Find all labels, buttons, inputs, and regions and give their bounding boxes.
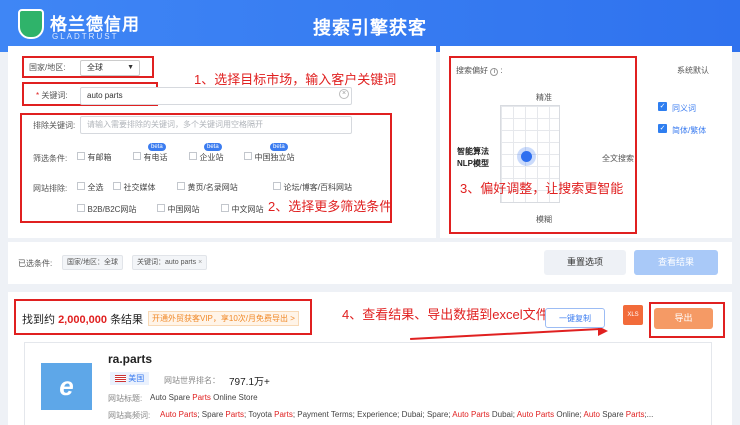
preference-handle[interactable] <box>521 151 532 162</box>
checkbox[interactable] <box>77 182 85 190</box>
copy-button[interactable]: 一键复制 <box>545 308 605 328</box>
us-flag-icon <box>115 375 126 383</box>
annotation-3: 3、偏好调整，让搜索更智能 <box>460 181 624 196</box>
axis-top-label: 精准 <box>536 93 552 102</box>
checkbox[interactable] <box>113 182 121 190</box>
reset-button[interactable]: 重置选项 <box>544 250 626 275</box>
axis-bottom-label: 模糊 <box>536 215 552 224</box>
checkbox-checked-icon[interactable]: ✓ <box>658 102 667 111</box>
result-domain[interactable]: ra.parts <box>108 352 152 366</box>
site-chinese[interactable]: 中文网站 <box>221 204 264 215</box>
excel-icon[interactable]: XLS <box>623 305 643 325</box>
site-china[interactable]: 中国网站 <box>157 204 200 215</box>
chevron-down-icon: ▼ <box>127 64 134 71</box>
keyword-label: * 关键词: <box>36 91 68 100</box>
beta-badge: beta <box>204 143 222 151</box>
checkbox[interactable] <box>273 182 281 190</box>
checkbox[interactable] <box>244 152 252 160</box>
info-icon: i <box>490 68 499 76</box>
checkbox[interactable] <box>133 152 141 160</box>
country-select[interactable]: 全球 ▼ <box>80 60 140 76</box>
condition-company[interactable]: 企业站 <box>189 152 224 163</box>
condition-china-site[interactable]: 中国独立站 <box>244 152 295 163</box>
vip-promo-link[interactable]: 开通外贸获客VIP，享10次/月免费导出 > <box>148 311 299 326</box>
exclude-input[interactable]: 请输入需要排除的关键词，多个关键词用空格隔开 <box>80 116 352 134</box>
clear-input-icon[interactable]: × <box>339 89 349 99</box>
site-select-all[interactable]: 全选 <box>77 182 104 193</box>
sites-label: 网站排除: <box>33 184 68 193</box>
rank-label: 网站世界排名： <box>164 376 220 385</box>
condition-phone[interactable]: 有电话 <box>133 152 168 163</box>
selected-tag-keyword: 关键词：auto parts × <box>132 255 208 270</box>
exclude-label: 排除关键词: <box>33 121 76 130</box>
close-icon[interactable]: × <box>198 259 202 266</box>
annotation-1: 1、选择目标市场，输入客户关键词 <box>194 72 397 87</box>
checkbox[interactable] <box>177 182 185 190</box>
country-tag: 美国 <box>110 372 150 385</box>
checkbox-checked-icon[interactable]: ✓ <box>658 124 667 133</box>
page-title: 搜索引擎获客 <box>313 18 427 38</box>
axis-left-label: 智能算法 NLP模型 <box>457 147 489 168</box>
keywords-label: 网站高频词: <box>108 411 151 420</box>
annotation-2: 2、选择更多筛选条件 <box>268 199 393 214</box>
site-forum[interactable]: 论坛/博客/百科网站 <box>273 182 352 193</box>
selected-label: 已选条件: <box>18 259 53 268</box>
export-button[interactable]: 导出 <box>654 308 713 329</box>
checkbox[interactable] <box>77 204 85 212</box>
keyword-value: auto parts <box>87 91 123 100</box>
annotation-4: 4、查看结果、导出数据到excel文件 <box>342 307 549 322</box>
axis-right-label: 全文搜索 <box>602 154 634 163</box>
preference-label: 搜索偏好 i : <box>456 66 503 76</box>
keyword-input[interactable]: auto parts <box>80 87 352 105</box>
exclude-placeholder: 请输入需要排除的关键词，多个关键词用空格隔开 <box>87 120 263 129</box>
checkbox[interactable] <box>221 204 229 212</box>
site-yellowpages[interactable]: 黄页/名录网站 <box>177 182 238 193</box>
checkbox[interactable] <box>189 152 197 160</box>
site-social[interactable]: 社交媒体 <box>113 182 156 193</box>
keywords-value: Auto Parts; Spare Parts; Toyota Parts; P… <box>160 410 654 419</box>
selected-tag-country: 国家/地区：全球 <box>62 255 123 270</box>
rank-value: 797.1万+ <box>229 377 270 388</box>
title-value: Auto Spare Parts Online Store <box>150 393 258 402</box>
title-label: 网站标题: <box>108 394 143 403</box>
country-label: 国家/地区: <box>29 63 66 72</box>
beta-badge: beta <box>270 143 288 151</box>
results-count: 找到约 2,000,000 条结果 <box>22 314 144 326</box>
condition-email[interactable]: 有邮箱 <box>77 152 112 163</box>
browser-icon: e <box>41 363 92 410</box>
traditional-option: 简体/繁体 <box>672 126 707 135</box>
beta-badge: beta <box>148 143 166 151</box>
country-value: 全球 <box>87 63 103 72</box>
view-results-button[interactable]: 查看结果 <box>634 250 718 275</box>
checkbox[interactable] <box>157 204 165 212</box>
system-default-label[interactable]: 系统默认 <box>677 65 709 76</box>
synonym-option: 同义词 <box>672 104 696 113</box>
conditions-label: 筛选条件: <box>33 154 68 163</box>
site-b2b[interactable]: B2B/B2C网站 <box>77 204 136 215</box>
checkbox[interactable] <box>77 152 85 160</box>
